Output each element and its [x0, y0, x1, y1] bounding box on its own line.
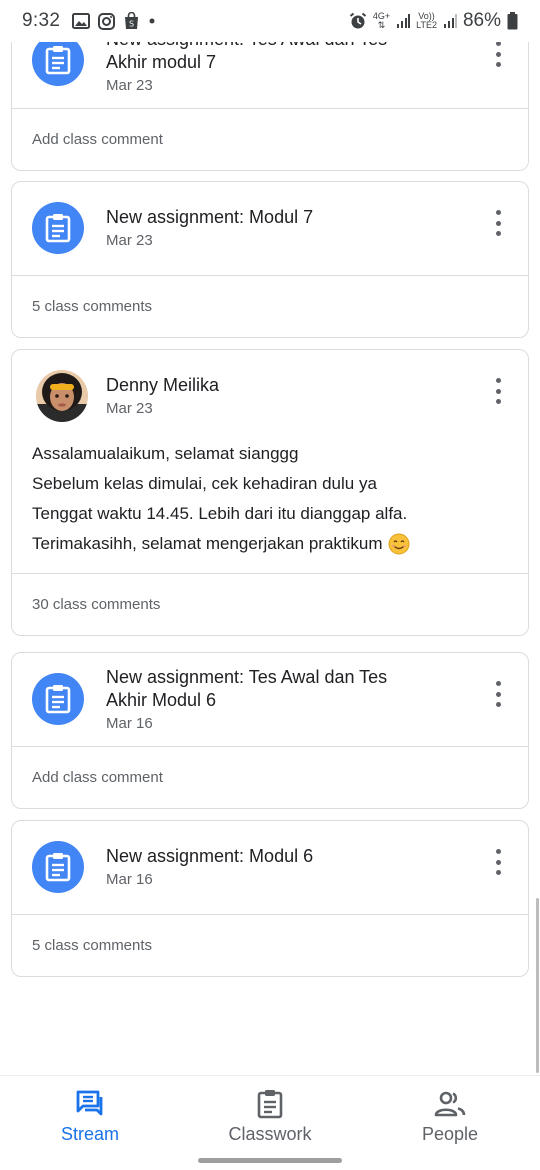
battery-icon	[507, 12, 518, 30]
post-title[interactable]: New assignment: Modul 6	[106, 845, 313, 868]
post-title-line: New assignment: Tes Awal dan Tes	[106, 667, 388, 687]
assignment-icon	[45, 46, 71, 75]
post-title-line: Akhir modul 7	[106, 52, 217, 72]
assignment-avatar	[32, 202, 84, 254]
battery-percent: 86%	[462, 10, 501, 31]
post-date: Mar 23	[106, 232, 153, 249]
author-name: Denny Meilika	[106, 375, 220, 395]
more-options-icon[interactable]	[490, 208, 506, 238]
stream-feed[interactable]: New assignment: Tes Awal dan Tes Akhir m…	[0, 0, 540, 1075]
signal-icon	[397, 14, 411, 28]
post-header[interactable]: New assignment: Modul 7 Mar 23	[12, 182, 528, 275]
volte-indicator: Vo)) LTE2	[416, 12, 437, 30]
shopping-bag-icon: S	[125, 12, 139, 29]
post-date: Mar 23	[106, 400, 153, 417]
post-title[interactable]: New assignment: Modul 7	[106, 206, 313, 229]
assignment-avatar	[32, 673, 84, 725]
add-class-comment[interactable]: Add class comment	[12, 746, 528, 808]
stream-icon	[76, 1090, 103, 1116]
class-comments-link[interactable]: 5 class comments	[12, 914, 528, 976]
post-card[interactable]: New assignment: Tes Awal dan Tes Akhir M…	[11, 652, 529, 809]
tab-stream-label: Stream	[60, 1124, 120, 1144]
signal-icon-2	[443, 14, 457, 28]
add-class-comment[interactable]: Add class comment	[12, 108, 528, 170]
post-card[interactable]: New assignment: Modul 6 Mar 16 5 class c…	[11, 820, 529, 977]
gallery-icon	[72, 13, 91, 29]
assignment-icon	[45, 853, 71, 882]
announcement-line: Tenggat waktu 14.45. Lebih dari itu dian…	[32, 504, 408, 523]
more-options-icon[interactable]	[490, 679, 506, 709]
assignment-icon	[45, 685, 71, 714]
people-icon	[434, 1091, 466, 1117]
lte2-label: LTE2	[416, 20, 437, 30]
post-title[interactable]: New assignment: Tes Awal dan Tes Akhir M…	[106, 666, 387, 712]
alarm-icon	[349, 12, 366, 29]
more-options-icon[interactable]	[490, 39, 506, 69]
tab-people[interactable]: People	[380, 1088, 520, 1145]
author-avatar[interactable]	[36, 370, 88, 422]
notification-icons: S	[72, 12, 156, 30]
status-time: 9:32	[22, 10, 61, 31]
announcement-line: Terimakasihh, selamat mengerjakan prakti…	[32, 534, 383, 553]
tab-stream[interactable]: Stream	[20, 1088, 160, 1145]
post-card[interactable]: New assignment: Modul 7 Mar 23 5 class c…	[11, 181, 529, 338]
class-comments-link[interactable]: 5 class comments	[12, 275, 528, 337]
classwork-icon	[257, 1090, 283, 1119]
post-title-line: Akhir Modul 6	[106, 690, 217, 710]
instagram-icon	[98, 12, 116, 30]
tab-classwork-label: Classwork	[228, 1124, 312, 1144]
assignment-icon	[45, 214, 71, 243]
class-comments-link[interactable]: 30 class comments	[12, 573, 528, 635]
announcement-line: Assalamualaikum, selamat sianggg	[32, 444, 299, 463]
tab-people-label: People	[421, 1124, 479, 1144]
post-date: Mar 16	[106, 871, 153, 888]
post-header[interactable]: Denny Meilika Mar 23	[12, 350, 528, 439]
more-options-icon[interactable]	[490, 376, 506, 406]
post-date: Mar 23	[106, 77, 153, 94]
bottom-navigation: Stream Classwork People	[0, 1075, 540, 1170]
announcement-line: Sebelum kelas dimulai, cek kehadiran dul…	[32, 474, 377, 493]
post-header[interactable]: New assignment: Modul 6 Mar 16	[12, 821, 528, 914]
announcement-line-last: Terimakasihh, selamat mengerjakan prakti…	[32, 529, 508, 559]
smiling-emoji-icon	[388, 533, 410, 555]
more-options-icon[interactable]	[490, 847, 506, 877]
post-date: Mar 16	[106, 715, 153, 732]
tab-classwork[interactable]: Classwork	[200, 1088, 340, 1145]
scrollbar[interactable]	[536, 898, 539, 1073]
status-bar: 9:32 S 4G+ ⇅ Vo)) LTE2 86%	[0, 0, 540, 42]
assignment-avatar	[32, 841, 84, 893]
more-notifications-dot-icon	[149, 18, 155, 24]
svg-text:S: S	[129, 20, 134, 29]
system-status-icons: 4G+ ⇅ Vo)) LTE2 86%	[349, 10, 518, 32]
network-type: 4G+ ⇅	[373, 12, 390, 30]
announcement-card[interactable]: Denny Meilika Mar 23 Assalamualaikum, se…	[11, 349, 529, 636]
announcement-text: Assalamualaikum, selamat sianggg Sebelum…	[12, 439, 528, 573]
post-header[interactable]: New assignment: Tes Awal dan Tes Akhir M…	[12, 653, 528, 746]
data-arrows-icon: ⇅	[377, 20, 386, 30]
home-gesture-bar[interactable]	[198, 1158, 342, 1163]
